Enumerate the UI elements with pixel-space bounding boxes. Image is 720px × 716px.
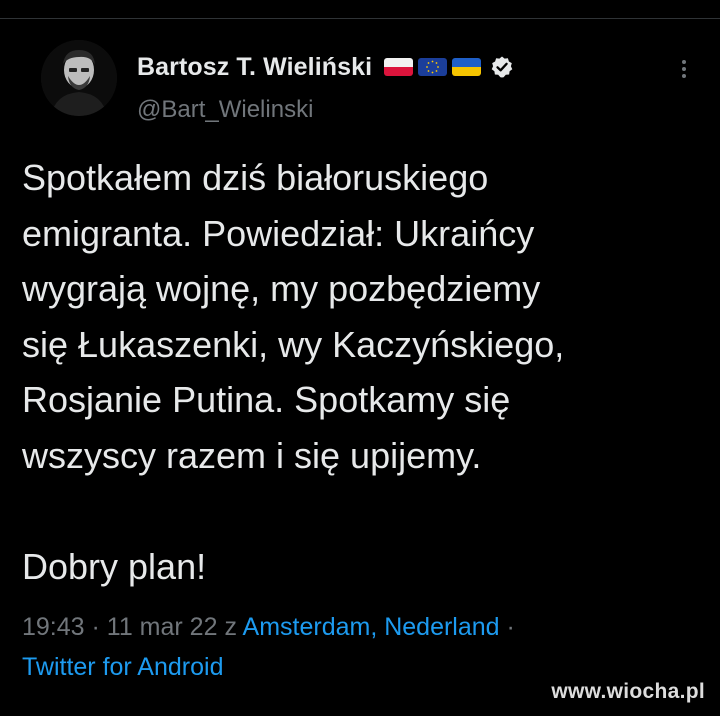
meta-separator: · bbox=[84, 613, 107, 641]
location-prefix: z bbox=[217, 613, 243, 641]
ukraine-flag-icon bbox=[452, 58, 482, 76]
tweet-text: Spotkałem dziś białoruskiego emigranta. … bbox=[22, 157, 565, 587]
tweet-time: 19:43 bbox=[22, 613, 85, 641]
author-name-row: Bartosz T. Wieliński bbox=[137, 50, 514, 84]
source-link[interactable]: Twitter for Android bbox=[22, 653, 223, 681]
meta-separator-trailing: · bbox=[499, 613, 515, 641]
more-options-icon[interactable] bbox=[676, 58, 692, 84]
flag-emojis bbox=[384, 58, 482, 76]
watermark: www.wiocha.pl bbox=[551, 680, 705, 703]
avatar-image bbox=[41, 40, 117, 116]
avatar[interactable] bbox=[41, 40, 117, 116]
tweet-metadata: 19:43 · 11 mar 22 z Amsterdam, Nederland… bbox=[22, 607, 702, 687]
author-display-name[interactable]: Bartosz T. Wieliński bbox=[137, 53, 372, 82]
top-divider bbox=[0, 18, 720, 19]
eu-flag-icon bbox=[418, 58, 448, 76]
tweet-date: 11 mar 22 bbox=[106, 613, 218, 641]
author-handle[interactable]: @Bart_Wielinski bbox=[137, 96, 313, 124]
poland-flag-icon bbox=[384, 58, 414, 76]
location-link[interactable]: Amsterdam, Nederland bbox=[243, 613, 500, 641]
verified-badge-icon bbox=[491, 56, 513, 78]
